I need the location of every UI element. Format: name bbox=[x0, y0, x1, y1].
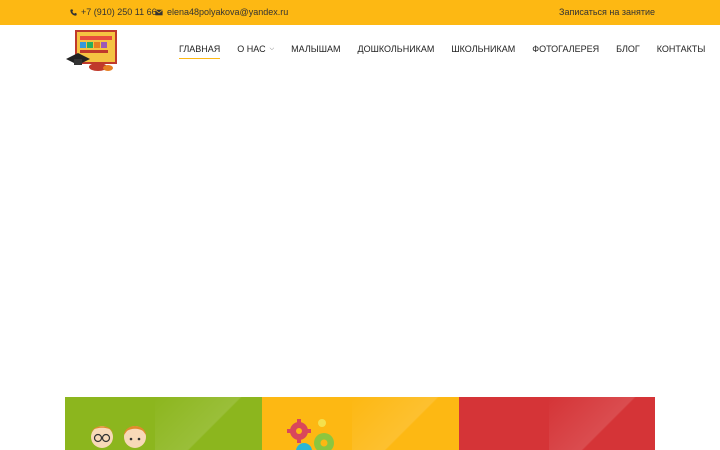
hero-area bbox=[0, 75, 720, 397]
feature-card-schoolchildren[interactable] bbox=[459, 397, 655, 450]
nav-item-schoolchildren[interactable]: ШКОЛЬНИКАМ bbox=[451, 44, 515, 54]
signup-link[interactable]: Записаться на занятие bbox=[559, 7, 655, 17]
nav-item-gallery[interactable]: ФОТОГАЛЕРЕЯ bbox=[532, 44, 599, 54]
nav-item-label: МАЛЫШАМ bbox=[291, 44, 341, 54]
school-abacus-logo[interactable] bbox=[66, 29, 124, 73]
email-address: elena48polyakova@yandex.ru bbox=[167, 7, 289, 17]
nav-item-toddlers[interactable]: МАЛЫШАМ bbox=[291, 44, 340, 54]
nav-item-label: БЛОГ bbox=[616, 44, 640, 54]
main-nav: ГЛАВНАЯ О НАС ⌵ МАЛЫШАМ ДОШКОЛЬНИКАМ ШКО… bbox=[179, 44, 706, 59]
nav-item-contacts[interactable]: КОНТАКТЫ bbox=[657, 44, 706, 54]
nav-item-blog[interactable]: БЛОГ bbox=[616, 44, 640, 54]
envelope-icon bbox=[155, 9, 163, 15]
phone-contact[interactable]: +7 (910) 250 11 66 bbox=[70, 7, 157, 17]
nav-item-label: О НАС bbox=[237, 44, 266, 54]
top-bar: +7 (910) 250 11 66 elena48polyakova@yand… bbox=[0, 0, 720, 25]
nav-item-about[interactable]: О НАС ⌵ bbox=[237, 44, 274, 54]
email-contact[interactable]: elena48polyakova@yandex.ru bbox=[155, 7, 288, 17]
phone-icon bbox=[70, 8, 77, 16]
nav-item-home[interactable]: ГЛАВНАЯ bbox=[179, 44, 221, 59]
main-header: ГЛАВНАЯ О НАС ⌵ МАЛЫШАМ ДОШКОЛЬНИКАМ ШКО… bbox=[0, 25, 720, 75]
nav-item-label: КОНТАКТЫ bbox=[656, 44, 706, 54]
nav-item-label: ДОШКОЛЬНИКАМ bbox=[357, 44, 435, 54]
chevron-down-icon: ⌵ bbox=[269, 45, 275, 52]
nav-item-label: ШКОЛЬНИКАМ bbox=[451, 44, 516, 54]
nav-item-preschoolers[interactable]: ДОШКОЛЬНИКАМ bbox=[358, 44, 435, 54]
nav-item-label: ГЛАВНАЯ bbox=[179, 44, 221, 54]
feature-card-toddlers[interactable] bbox=[65, 397, 262, 450]
nav-item-label: ФОТОГАЛЕРЕЯ bbox=[532, 44, 600, 54]
phone-number: +7 (910) 250 11 66 bbox=[81, 7, 157, 17]
feature-cards bbox=[65, 397, 655, 450]
gears-icon bbox=[287, 419, 334, 450]
children-icon bbox=[91, 426, 146, 448]
feature-card-preschoolers[interactable] bbox=[262, 397, 459, 450]
